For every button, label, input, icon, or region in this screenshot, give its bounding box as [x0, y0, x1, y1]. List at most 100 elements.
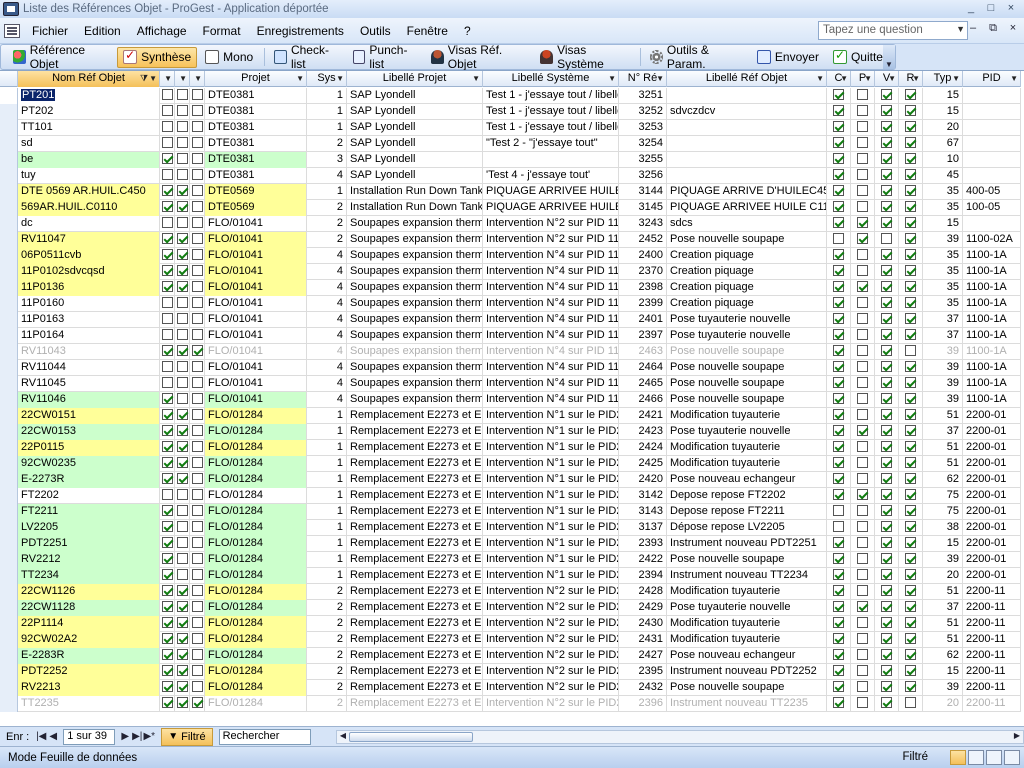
checkbox[interactable]	[857, 265, 868, 277]
cell-c3[interactable]	[190, 632, 205, 648]
cell-typ[interactable]: 51	[923, 616, 963, 632]
cell-c1[interactable]	[160, 152, 175, 168]
cell-p[interactable]	[851, 200, 875, 216]
cell-libref[interactable]: Instrument nouveau TT2235	[667, 696, 827, 712]
checkbox[interactable]	[857, 345, 868, 357]
row-selector[interactable]	[0, 584, 18, 600]
cell-libproj[interactable]: Remplacement E2273 et E2	[347, 456, 483, 472]
cell-projet[interactable]: FLO/01041	[205, 280, 307, 296]
cell-c3[interactable]	[190, 264, 205, 280]
row-selector[interactable]	[0, 168, 18, 184]
checkbox[interactable]	[161, 153, 173, 165]
table-row[interactable]: PDT2252 FLO/01284 2 Remplacement E2273 et E…	[0, 664, 1021, 680]
checkbox[interactable]	[857, 457, 868, 469]
cell-nom[interactable]: PDT2252	[18, 664, 160, 680]
checkbox[interactable]	[176, 377, 188, 389]
cell-pid[interactable]: 1100-1A	[963, 328, 1021, 344]
table-row[interactable]: 11P0136 FLO/01041 4 Soupapes expansion ther…	[0, 280, 1021, 296]
checkbox[interactable]	[905, 521, 916, 533]
cell-typ[interactable]: 51	[923, 584, 963, 600]
checkbox[interactable]	[857, 377, 868, 389]
checkbox[interactable]	[905, 441, 916, 453]
checkbox[interactable]	[857, 569, 868, 581]
cell-nom[interactable]: RV11043	[18, 344, 160, 360]
checkbox[interactable]	[191, 377, 203, 389]
cell-libproj[interactable]: Remplacement E2273 et E2	[347, 616, 483, 632]
cell-r[interactable]	[899, 232, 923, 248]
column-header-r[interactable]: R ▼	[899, 71, 923, 87]
cell-libref[interactable]: Pose nouvelle soupape	[667, 680, 827, 696]
cell-sys[interactable]: 1	[307, 504, 347, 520]
cell-c3[interactable]	[190, 600, 205, 616]
cell-c[interactable]	[827, 88, 851, 104]
checkbox[interactable]	[176, 473, 188, 485]
cell-c1[interactable]	[160, 120, 175, 136]
cell-libsys[interactable]: Intervention N°1 sur le PID2	[483, 536, 619, 552]
checkbox[interactable]	[833, 297, 844, 309]
cell-projet[interactable]: FLO/01041	[205, 296, 307, 312]
row-selector[interactable]	[0, 536, 18, 552]
checkbox[interactable]	[191, 537, 203, 549]
table-row[interactable]: E-2273R FLO/01284 1 Remplacement E2273 et E…	[0, 472, 1021, 488]
cell-libsys[interactable]: Intervention N°4 sur PID 11	[483, 376, 619, 392]
cell-nre[interactable]: 2466	[619, 392, 667, 408]
checkbox[interactable]	[857, 633, 868, 645]
cell-nom[interactable]: RV11045	[18, 376, 160, 392]
cell-typ[interactable]: 37	[923, 424, 963, 440]
checkbox[interactable]	[905, 649, 916, 661]
toolbar-button-punch-list[interactable]: Punch-list	[347, 43, 423, 71]
checkbox[interactable]	[905, 585, 916, 597]
chevron-down-icon[interactable]: ▼	[194, 71, 202, 86]
checkbox[interactable]	[833, 537, 844, 549]
cell-c[interactable]	[827, 344, 851, 360]
cell-nre[interactable]: 3144	[619, 184, 667, 200]
checkbox[interactable]	[857, 233, 868, 245]
cell-c3[interactable]	[190, 344, 205, 360]
cell-typ[interactable]: 39	[923, 392, 963, 408]
cell-nom[interactable]: E-2273R	[18, 472, 160, 488]
cell-v[interactable]	[875, 616, 899, 632]
cell-nom[interactable]: tuy	[18, 168, 160, 184]
cell-libproj[interactable]: SAP Lyondell	[347, 168, 483, 184]
cell-sys[interactable]: 4	[307, 280, 347, 296]
cell-nom[interactable]: RV2213	[18, 680, 160, 696]
cell-libproj[interactable]: Remplacement E2273 et E2	[347, 680, 483, 696]
cell-c1[interactable]	[160, 376, 175, 392]
cell-projet[interactable]: FLO/01284	[205, 440, 307, 456]
chevron-down-icon[interactable]: ▼	[1010, 71, 1018, 86]
cell-nom[interactable]: PDT2251	[18, 536, 160, 552]
cell-nre[interactable]: 3256	[619, 168, 667, 184]
checkbox[interactable]	[881, 473, 892, 485]
cell-p[interactable]	[851, 504, 875, 520]
cell-c1[interactable]	[160, 280, 175, 296]
cell-p[interactable]	[851, 88, 875, 104]
cell-c2[interactable]	[175, 312, 190, 328]
checkbox[interactable]	[833, 281, 844, 293]
cell-libsys[interactable]: Intervention N°2 sur le PID2	[483, 584, 619, 600]
checkbox[interactable]	[161, 345, 173, 357]
cell-typ[interactable]: 51	[923, 408, 963, 424]
checkbox[interactable]	[176, 697, 188, 709]
cell-projet[interactable]: DTE0569	[205, 184, 307, 200]
cell-typ[interactable]: 35	[923, 264, 963, 280]
cell-projet[interactable]: DTE0381	[205, 152, 307, 168]
cell-sys[interactable]: 4	[307, 376, 347, 392]
checkbox[interactable]	[857, 105, 868, 117]
cell-c1[interactable]	[160, 440, 175, 456]
cell-c2[interactable]	[175, 104, 190, 120]
table-row[interactable]: 22P1114 FLO/01284 2 Remplacement E2273 et E…	[0, 616, 1021, 632]
cell-nom[interactable]: 22CW0153	[18, 424, 160, 440]
checkbox[interactable]	[857, 521, 868, 533]
cell-c3[interactable]	[190, 184, 205, 200]
checkbox[interactable]	[191, 185, 203, 197]
cell-libsys[interactable]: PIQUAGE ARRIVEE HUILE C	[483, 200, 619, 216]
row-selector[interactable]	[0, 664, 18, 680]
row-selector[interactable]	[0, 552, 18, 568]
cell-nre[interactable]: 2431	[619, 632, 667, 648]
table-row[interactable]: 22CW0153 FLO/01284 1 Remplacement E2273 et …	[0, 424, 1021, 440]
cell-sys[interactable]: 2	[307, 216, 347, 232]
cell-libref[interactable]: Pose nouvelle soupape	[667, 344, 827, 360]
table-row[interactable]: FT2211 FLO/01284 1 Remplacement E2273 et E2…	[0, 504, 1021, 520]
row-selector[interactable]	[0, 216, 18, 232]
cell-libsys[interactable]: Intervention N°2 sur le PID2	[483, 616, 619, 632]
